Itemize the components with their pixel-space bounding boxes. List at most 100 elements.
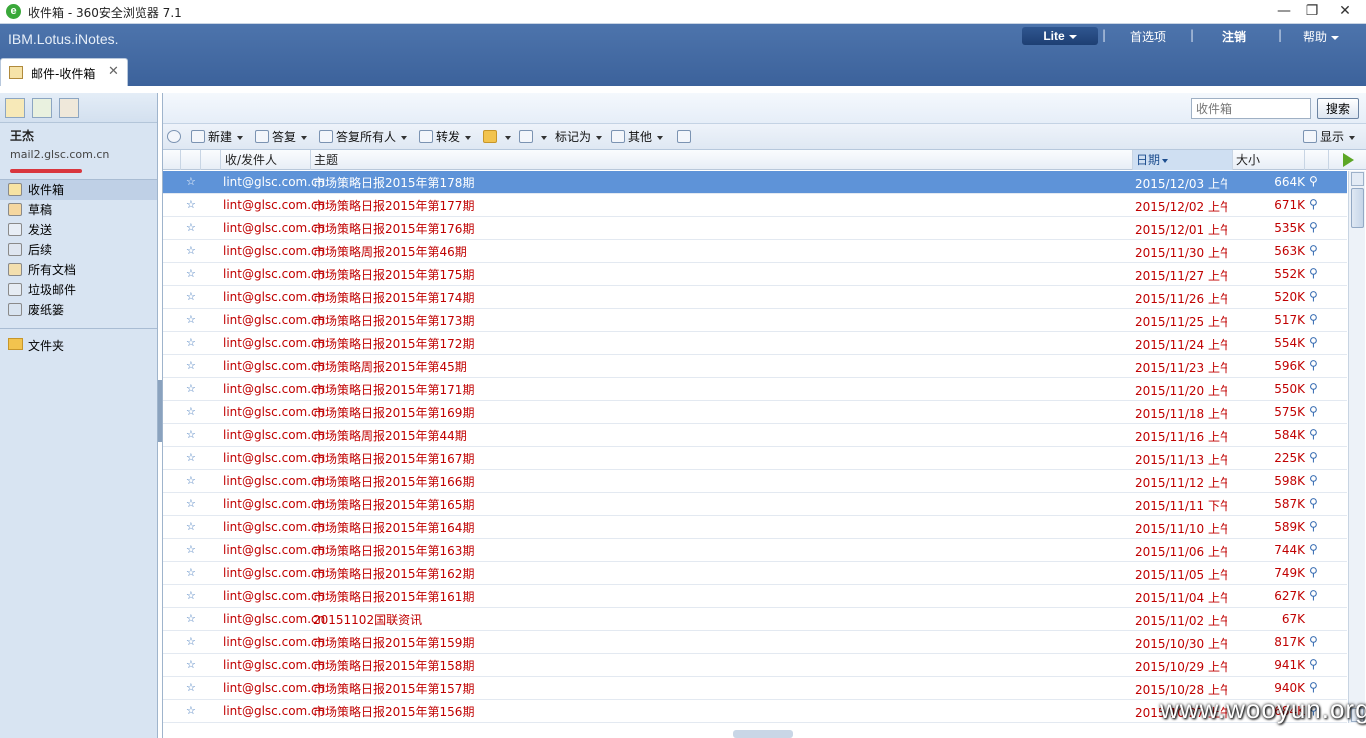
message-row[interactable]: ☆ lint@glsc.com.cn 市场策略日报2015年第159期 2015/10… — [163, 631, 1347, 654]
main-panel: 搜索 新建 答复 答复所有人 转发 标记为 其他 显示 收/发件人 主题 日期 … — [162, 93, 1366, 738]
star-icon[interactable]: ☆ — [186, 336, 196, 349]
preview-pane-resize-handle[interactable] — [733, 730, 793, 738]
sidebar-item-drafts[interactable]: 草稿 — [0, 200, 157, 220]
message-row[interactable]: ☆ lint@glsc.com.cn 市场策略日报2015年第169期 2015/11… — [163, 401, 1347, 424]
window-title: 收件箱 - 360安全浏览器 7.1 — [28, 6, 182, 20]
column-flag[interactable] — [181, 150, 201, 170]
message-row[interactable]: ☆ lint@glsc.com.cn 市场策略日报2015年第171期 2015/11… — [163, 378, 1347, 401]
message-row[interactable]: ☆ lint@glsc.com.cn 市场策略周报2015年第46期 2015/11/… — [163, 240, 1347, 263]
star-icon[interactable]: ☆ — [186, 313, 196, 326]
message-from: lint@glsc.com.cn — [223, 474, 326, 488]
star-icon[interactable]: ☆ — [186, 244, 196, 257]
preferences-link[interactable]: 首选项 — [1130, 28, 1166, 45]
help-menu[interactable]: 帮助 — [1303, 28, 1340, 45]
close-tab-icon[interactable]: ✕ — [108, 64, 119, 79]
column-unread[interactable] — [163, 150, 181, 170]
column-attachment[interactable] — [1305, 150, 1329, 170]
print-button[interactable] — [677, 128, 694, 146]
star-icon[interactable]: ☆ — [186, 221, 196, 234]
star-icon[interactable]: ☆ — [186, 543, 196, 556]
sidebar-item-trash[interactable]: 废纸篓 — [0, 300, 157, 320]
star-icon[interactable]: ☆ — [186, 267, 196, 280]
move-to-folder-button[interactable] — [483, 128, 511, 146]
mark-as-button[interactable]: 标记为 — [555, 128, 603, 146]
column-size[interactable]: 大小 — [1233, 150, 1305, 170]
star-icon[interactable]: ☆ — [186, 175, 196, 188]
message-row[interactable]: ☆ lint@glsc.com.cn 市场策略日报2015年第163期 2015/11… — [163, 539, 1347, 562]
sidebar-item-inbox[interactable]: 收件箱 — [0, 180, 157, 200]
sidebar-item-sent[interactable]: 发送 — [0, 220, 157, 240]
column-subject[interactable]: 主题 — [311, 150, 1133, 170]
message-row[interactable]: ☆ lint@glsc.com.cn 市场策略日报2015年第172期 2015/11… — [163, 332, 1347, 355]
star-icon[interactable]: ☆ — [186, 382, 196, 395]
message-row[interactable]: ☆ lint@glsc.com.cn 市场策略日报2015年第177期 2015/12… — [163, 194, 1347, 217]
star-icon[interactable]: ☆ — [186, 290, 196, 303]
scroll-thumb[interactable] — [1351, 188, 1364, 228]
reply-all-button[interactable]: 答复所有人 — [319, 128, 408, 146]
message-row[interactable]: ☆ lint@glsc.com.cn 市场策略日报2015年第176期 2015/12… — [163, 217, 1347, 240]
lite-mode-button[interactable]: Lite — [1022, 27, 1098, 45]
sidebar-item-follow-up[interactable]: 后续 — [0, 240, 157, 260]
tab-mail-inbox[interactable]: 邮件-收件箱 ✕ — [0, 58, 128, 86]
display-button[interactable]: 显示 — [1303, 128, 1356, 146]
server-name: mail2.glsc.com.cn — [10, 148, 110, 161]
message-row[interactable]: ☆ lint@glsc.com.cn 市场策略周报2015年第44期 2015/11/… — [163, 424, 1347, 447]
message-date: 2015/11/13 上午09:2 — [1135, 453, 1227, 467]
star-icon[interactable]: ☆ — [186, 405, 196, 418]
message-row[interactable]: ☆ lint@glsc.com.cn 市场策略日报2015年第158期 2015/10… — [163, 654, 1347, 677]
forward-button[interactable]: 转发 — [419, 128, 472, 146]
close-window-button[interactable]: ✕ — [1327, 0, 1363, 22]
message-row[interactable]: ☆ lint@glsc.com.cn 市场策略日报2015年第165期 2015/11… — [163, 493, 1347, 516]
arrow-right-icon[interactable] — [1343, 153, 1354, 167]
scroll-up-icon[interactable] — [1351, 172, 1364, 186]
star-icon[interactable]: ☆ — [186, 681, 196, 694]
message-date: 2015/12/02 上午09:3 — [1135, 200, 1227, 214]
calendar-icon[interactable] — [32, 98, 52, 118]
message-row[interactable]: ☆ lint@glsc.com.cn 20151102国联资讯 2015/11/02 … — [163, 608, 1347, 631]
star-icon[interactable]: ☆ — [186, 474, 196, 487]
sidebar-item-all-documents[interactable]: 所有文档 — [0, 260, 157, 280]
star-icon[interactable]: ☆ — [186, 198, 196, 211]
star-icon[interactable]: ☆ — [186, 359, 196, 372]
search-input[interactable] — [1191, 98, 1311, 119]
message-row[interactable]: ☆ lint@glsc.com.cn 市场策略日报2015年第162期 2015/11… — [163, 562, 1347, 585]
message-row[interactable]: ☆ lint@glsc.com.cn 市场策略日报2015年第174期 2015/11… — [163, 286, 1347, 309]
sidebar-item-junk[interactable]: 垃圾邮件 — [0, 280, 157, 300]
contacts-icon[interactable] — [59, 98, 79, 118]
star-icon[interactable]: ☆ — [186, 497, 196, 510]
column-from[interactable]: 收/发件人 — [221, 150, 311, 170]
star-icon[interactable]: ☆ — [186, 635, 196, 648]
message-row[interactable]: ☆ lint@glsc.com.cn 市场策略日报2015年第161期 2015/11… — [163, 585, 1347, 608]
other-button[interactable]: 其他 — [611, 128, 664, 146]
star-icon[interactable]: ☆ — [186, 520, 196, 533]
new-button[interactable]: 新建 — [191, 128, 244, 146]
message-row[interactable]: ☆ lint@glsc.com.cn 市场策略日报2015年第178期 2015/12… — [163, 171, 1347, 194]
chevron-down-icon — [1068, 34, 1077, 39]
sidebar-item-folders[interactable]: 文件夹 — [0, 335, 157, 355]
message-row[interactable]: ☆ lint@glsc.com.cn 市场策略日报2015年第167期 2015/11… — [163, 447, 1347, 470]
browser-title-bar: e 收件箱 - 360安全浏览器 7.1 — ❐ ✕ — [0, 0, 1366, 24]
logout-link[interactable]: 注销 — [1222, 28, 1246, 45]
star-icon[interactable]: ☆ — [186, 589, 196, 602]
search-button[interactable]: 搜索 — [1317, 98, 1359, 119]
column-date[interactable]: 日期 — [1133, 150, 1233, 170]
star-icon[interactable]: ☆ — [186, 451, 196, 464]
vertical-scrollbar[interactable] — [1348, 171, 1365, 723]
message-row[interactable]: ☆ lint@glsc.com.cn 市场策略日报2015年第173期 2015/11… — [163, 309, 1347, 332]
star-icon[interactable]: ☆ — [186, 428, 196, 441]
star-icon[interactable]: ☆ — [186, 612, 196, 625]
column-date-label: 日期 — [1136, 153, 1161, 167]
restore-button[interactable]: ❐ — [1294, 0, 1330, 22]
mail-icon[interactable] — [5, 98, 25, 118]
message-row[interactable]: ☆ lint@glsc.com.cn 市场策略周报2015年第45期 2015/11/… — [163, 355, 1347, 378]
column-importance[interactable] — [201, 150, 221, 170]
message-row[interactable]: ☆ lint@glsc.com.cn 市场策略日报2015年第175期 2015/11… — [163, 263, 1347, 286]
reply-button[interactable]: 答复 — [255, 128, 308, 146]
refresh-button[interactable] — [167, 128, 184, 146]
star-icon[interactable]: ☆ — [186, 658, 196, 671]
follow-up-button[interactable] — [519, 128, 547, 146]
star-icon[interactable]: ☆ — [186, 566, 196, 579]
message-row[interactable]: ☆ lint@glsc.com.cn 市场策略日报2015年第164期 2015/11… — [163, 516, 1347, 539]
message-row[interactable]: ☆ lint@glsc.com.cn 市场策略日报2015年第166期 2015/11… — [163, 470, 1347, 493]
star-icon[interactable]: ☆ — [186, 704, 196, 717]
